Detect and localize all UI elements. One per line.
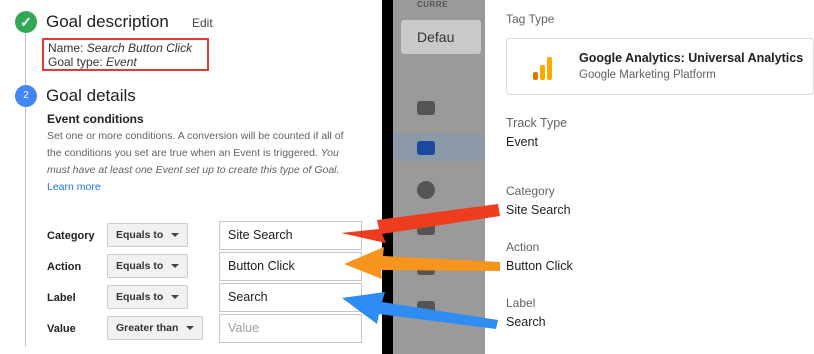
- step-connector: [25, 106, 26, 346]
- label-operator-select[interactable]: Equals to: [107, 285, 189, 309]
- trigger-icon: [417, 181, 435, 199]
- tag-type-platform: Google Marketing Platform: [579, 69, 716, 81]
- dropdown-caret-icon: [186, 326, 195, 331]
- gtm-sidebar-overlay: CURRE Defau: [393, 0, 485, 354]
- tag-type-label: Tag Type: [506, 12, 555, 26]
- event-conditions-help: Set one or more conditions. A conversion…: [47, 130, 344, 193]
- folder-icon: [417, 261, 435, 275]
- label-field-label: Label: [506, 296, 536, 310]
- learn-more-link[interactable]: Learn more: [47, 181, 101, 193]
- tag-configuration-panel: Tag Type Google Analytics: Universal Ana…: [485, 0, 814, 354]
- category-field-value: Site Search: [506, 203, 571, 217]
- goal-description-title: Goal description: [46, 12, 169, 31]
- label-field-value: Search: [506, 315, 546, 329]
- action-field-label: Action: [506, 240, 540, 254]
- template-icon: [417, 301, 435, 315]
- goal-type-line: Goal type: Event: [48, 55, 137, 69]
- value-operator-select[interactable]: Greater than: [107, 316, 204, 340]
- edit-link[interactable]: Edit: [192, 16, 213, 30]
- tag-type-name: Google Analytics: Universal Analytics: [579, 51, 804, 65]
- category-value-input[interactable]: Site Search: [219, 221, 362, 250]
- screen-divider: [382, 0, 393, 354]
- goal-details-title: Goal details: [46, 86, 136, 105]
- goal-setup-panel: ✓ Goal description Edit Name: Search But…: [0, 0, 382, 354]
- action-value-input[interactable]: Button Click: [219, 252, 362, 281]
- folder-icon: [417, 101, 435, 115]
- label-value-input[interactable]: Search: [219, 283, 362, 312]
- goal-summary: Name: Search Button Click Goal type: Eve…: [42, 38, 209, 71]
- tag-icon: [417, 141, 435, 155]
- value-label: Value: [47, 323, 76, 335]
- value-value-input[interactable]: Value: [219, 314, 362, 343]
- event-conditions-heading: Event conditions: [47, 112, 144, 126]
- action-operator-select[interactable]: Equals to: [107, 254, 189, 278]
- step-number-badge: 2: [15, 85, 37, 107]
- action-label: Action: [47, 261, 82, 273]
- goal-type-value: Event: [106, 55, 137, 69]
- tag-type-card[interactable]: Google Analytics: Universal Analytics Go…: [506, 38, 814, 95]
- variable-icon: [417, 221, 435, 235]
- track-type-value: Event: [506, 135, 538, 149]
- goal-name-line: Name: Search Button Click: [48, 41, 193, 55]
- category-operator-select[interactable]: Equals to: [107, 223, 189, 247]
- workspace-card: Defau: [401, 20, 481, 54]
- checkmark-icon: ✓: [15, 11, 37, 33]
- sidebar-active-row: [393, 133, 485, 161]
- step-connector: [25, 34, 26, 86]
- dropdown-caret-icon: [171, 233, 180, 238]
- workspace-header: CURRE: [417, 0, 448, 9]
- goal-name-value: Search Button Click: [86, 41, 193, 55]
- track-type-label: Track Type: [506, 116, 568, 130]
- action-field-value: Button Click: [506, 259, 573, 273]
- dropdown-caret-icon: [171, 264, 180, 269]
- category-field-label: Category: [506, 184, 555, 198]
- dropdown-caret-icon: [171, 295, 180, 300]
- google-analytics-icon: [531, 56, 555, 80]
- category-label: Category: [47, 230, 95, 242]
- label-label: Label: [47, 292, 76, 304]
